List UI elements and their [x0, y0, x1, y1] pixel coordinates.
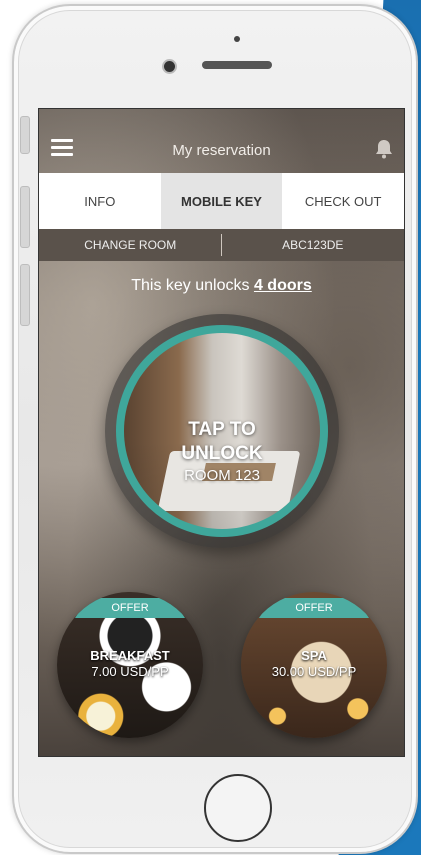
unlock-button[interactable]: TAP TO UNLOCK ROOM 123 — [105, 314, 339, 548]
offer-spa[interactable]: OFFER SPA 30.00 USD/PP — [241, 592, 387, 738]
home-button[interactable] — [204, 774, 272, 842]
unlock-line1: TAP TO — [188, 419, 256, 440]
change-room-button[interactable]: CHANGE ROOM — [39, 229, 222, 261]
tab-mobile-key[interactable]: MOBILE KEY — [160, 173, 283, 229]
earpiece-speaker — [202, 61, 272, 69]
tab-info[interactable]: INFO — [39, 173, 161, 229]
divider — [221, 234, 222, 256]
volume-up-button — [20, 186, 30, 248]
unlock-ring: TAP TO UNLOCK ROOM 123 — [116, 325, 328, 537]
volume-down-button — [20, 264, 30, 326]
tab-check-out[interactable]: CHECK OUT — [282, 173, 404, 229]
top-bar: My reservation — [39, 109, 404, 173]
key-info-prefix: This key unlocks — [131, 277, 250, 294]
doors-link[interactable]: 4 doors — [254, 277, 312, 294]
room-photo: TAP TO UNLOCK ROOM 123 — [124, 333, 320, 529]
bell-icon[interactable] — [372, 137, 396, 161]
key-info: This key unlocks 4 doors — [39, 277, 404, 295]
page-title: My reservation — [172, 142, 271, 159]
app-screen: My reservation INFO MOBILE KEY CHECK OUT… — [38, 108, 405, 757]
offer-price: 7.00 USD/PP — [91, 664, 169, 679]
unlock-line2: UNLOCK — [181, 443, 263, 464]
offer-name: BREAKFAST — [90, 648, 170, 663]
offer-name: SPA — [301, 648, 327, 663]
sub-bar: CHANGE ROOM ABC123DE — [39, 229, 404, 261]
room-number: ROOM 123 — [184, 467, 260, 484]
mute-switch — [20, 116, 30, 154]
proximity-sensor — [234, 36, 240, 42]
offer-tag: OFFER — [75, 598, 185, 618]
offer-price: 30.00 USD/PP — [271, 664, 357, 679]
offer-breakfast[interactable]: OFFER BREAKFAST 7.00 USD/PP — [57, 592, 203, 738]
offer-tag: OFFER — [259, 598, 369, 618]
tab-bar: INFO MOBILE KEY CHECK OUT — [39, 173, 404, 229]
front-camera — [164, 61, 175, 72]
reservation-code: ABC123DE — [282, 238, 344, 252]
unlock-label: TAP TO UNLOCK ROOM 123 — [124, 418, 320, 486]
